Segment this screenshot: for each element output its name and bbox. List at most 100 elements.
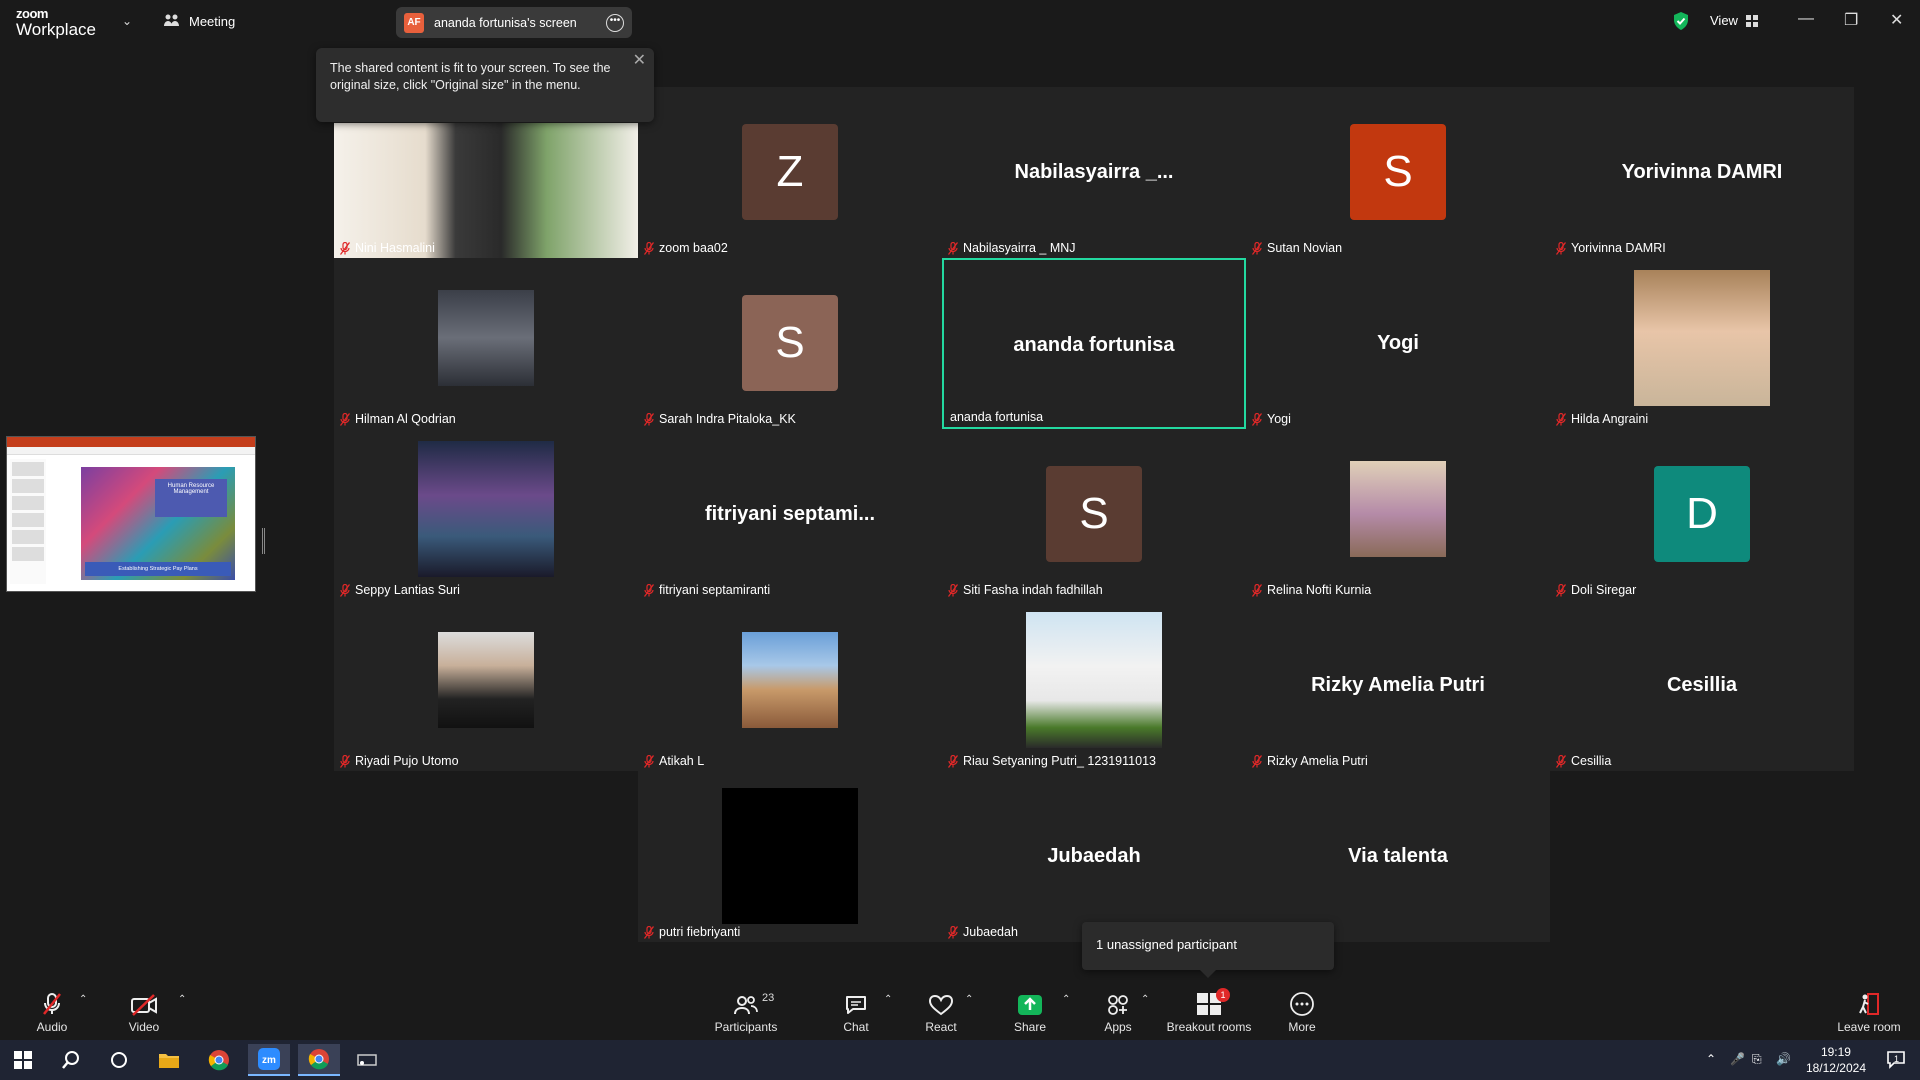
audio-options-caret-icon[interactable]: ⌃ [79,994,87,1005]
panel-splitter-handle[interactable] [262,528,265,554]
chrome-icon[interactable] [198,1044,240,1076]
participant-tile[interactable]: Hilda Angraini [1550,258,1854,429]
meeting-menu[interactable]: Meeting [163,13,235,29]
slide-subtitle: Establishing Strategic Pay Plans [85,562,231,576]
participant-tile[interactable]: S Sutan Novian [1246,87,1550,258]
apps-icon [1108,995,1128,1015]
mic-muted-icon [948,241,958,255]
chat-button[interactable]: Chat [836,980,876,1040]
mic-muted-icon [340,754,350,768]
screen-share-indicator[interactable]: AF ananda fortunisa's screen ••• [396,7,632,38]
participant-tile[interactable]: Rizky Amelia Putri Rizky Amelia Putri [1246,600,1550,771]
clock-time: 19:19 [1820,1045,1851,1059]
brand-workplace: Workplace [16,20,96,39]
tray-mic-icon[interactable]: 🎤 [1730,1052,1745,1066]
mic-muted-icon [340,583,350,597]
network-icon[interactable]: ⎘ [1752,1052,1762,1067]
share-button[interactable]: Share [1009,980,1051,1040]
mic-muted-icon [1556,583,1566,597]
apps-button[interactable]: Apps [1098,980,1138,1040]
participant-name: Hilda Angraini [1571,412,1649,426]
breakout-rooms-button[interactable]: Breakout rooms [1164,980,1254,1040]
audio-button[interactable]: Audio [30,980,74,1040]
more-button[interactable]: More [1282,980,1322,1040]
participant-tile[interactable]: S Sarah Indra Pitaloka_KK [638,258,942,429]
participant-name-label: Riau Setyaning Putri_ 1231911013 [948,754,1156,768]
app-menu-chevron-icon[interactable]: ⌄ [122,14,132,28]
notification-icon[interactable]: 1 [1886,1049,1906,1074]
leave-room-button[interactable]: Leave room [1834,980,1904,1040]
participant-name: zoom baa02 [659,241,728,255]
chat-options-caret-icon[interactable]: ⌃ [884,994,892,1005]
video-options-caret-icon[interactable]: ⌃ [178,994,186,1005]
participants-label: Participants [714,1020,778,1034]
participant-name-label: ananda fortunisa [950,410,1043,424]
participants-count: 23 [762,992,775,1004]
participant-tile[interactable]: Yorivinna DAMRI Yorivinna DAMRI [1550,87,1854,258]
shared-screen-thumbnail[interactable]: Human Resource Management Establishing S… [6,436,256,592]
participant-name-label: Rizky Amelia Putri [1252,754,1368,768]
close-window-icon[interactable]: ✕ [1890,10,1903,30]
participant-tile[interactable]: Jubaedah Jubaedah [942,771,1246,942]
video-button[interactable]: Video [122,980,166,1040]
participant-tile[interactable]: Riyadi Pujo Utomo [334,600,638,771]
share-options-caret-icon[interactable]: ⌃ [1062,994,1070,1005]
task-view-icon[interactable] [98,1044,140,1076]
participant-tile[interactable]: D Doli Siregar [1550,429,1854,600]
mic-muted-icon [644,412,654,426]
participant-tile[interactable]: Hilman Al Qodrian [334,258,638,429]
participant-name: Riau Setyaning Putri_ 1231911013 [963,754,1156,768]
file-explorer-icon[interactable] [148,1044,190,1076]
react-options-caret-icon[interactable]: ⌃ [965,994,973,1005]
tooltip-close-icon[interactable]: ✕ [633,52,646,69]
participant-avatar: S [742,295,838,391]
restore-icon[interactable]: ❐ [1844,10,1858,30]
participant-tile[interactable]: Seppy Lantias Suri [334,429,638,600]
participant-name: Nabilasyairra _ MNJ [963,241,1076,255]
participant-tile[interactable]: S Siti Fasha indah fadhillah [942,429,1246,600]
participant-tile[interactable]: ananda fortunisa ananda fortunisa [942,258,1246,429]
chrome-active-icon[interactable] [298,1044,340,1076]
search-icon[interactable] [50,1044,92,1076]
apps-options-caret-icon[interactable]: ⌃ [1141,994,1149,1005]
react-button[interactable]: React [920,980,962,1040]
participant-tile[interactable]: Riau Setyaning Putri_ 1231911013 [942,600,1246,771]
share-screen-icon [1018,995,1042,1015]
participants-button[interactable]: Participants [710,980,782,1040]
participant-tile[interactable]: fitriyani septami... fitriyani septamiran… [638,429,942,600]
view-button[interactable]: View [1710,13,1758,28]
participant-name: Atikah L [659,754,705,768]
participant-tile[interactable]: Cesillia Cesillia [1550,600,1854,771]
participant-avatar: S [1046,466,1142,562]
clock-date: 18/12/2024 [1805,1061,1866,1075]
participant-tile[interactable]: Zzoom baa02 [638,87,942,258]
windows-start-icon[interactable] [2,1044,44,1076]
participant-tile[interactable]: Atikah L [638,600,942,771]
slide-preview: Human Resource Management Establishing S… [81,467,235,580]
security-shield-icon[interactable] [1672,11,1690,31]
leave-room-icon [1859,993,1879,1015]
participant-name: Seppy Lantias Suri [355,583,460,597]
share-options-icon[interactable]: ••• [606,13,624,32]
mic-muted-icon [1556,412,1566,426]
participant-tile[interactable]: Via talenta [1246,771,1550,942]
participant-tile[interactable]: Nabilasyairra _... Nabilasyairra _ MNJ [942,87,1246,258]
participant-tile[interactable]: Relina Nofti Kurnia [1246,429,1550,600]
zoom-taskbar-icon[interactable]: zm [248,1044,290,1076]
participant-tile[interactable]: Yogi Yogi [1246,258,1550,429]
participant-name-label: Nini Hasmalini [340,241,435,255]
unassigned-participant-tooltip: 1 unassigned participant [1082,922,1334,978]
app-window-icon[interactable] [346,1044,388,1076]
minimize-icon[interactable]: — [1798,10,1814,28]
tray-chevron-icon[interactable]: ⌃ [1706,1052,1716,1066]
participant-name-label: fitriyani septamiranti [644,583,770,597]
system-clock[interactable]: 19:19 18/12/2024 [1806,1044,1866,1076]
participant-photo [1634,269,1770,406]
unassigned-text: 1 unassigned participant [1096,937,1237,952]
volume-icon[interactable]: 🔊 [1776,1052,1791,1066]
chat-label: Chat [843,1020,869,1034]
presentation-toolbar [7,447,255,455]
participant-tile[interactable]: putri fiebriyanti [638,771,942,942]
participant-name-label: Yogi [1252,412,1291,426]
participant-display-name: Nabilasyairra _... [1014,161,1174,183]
